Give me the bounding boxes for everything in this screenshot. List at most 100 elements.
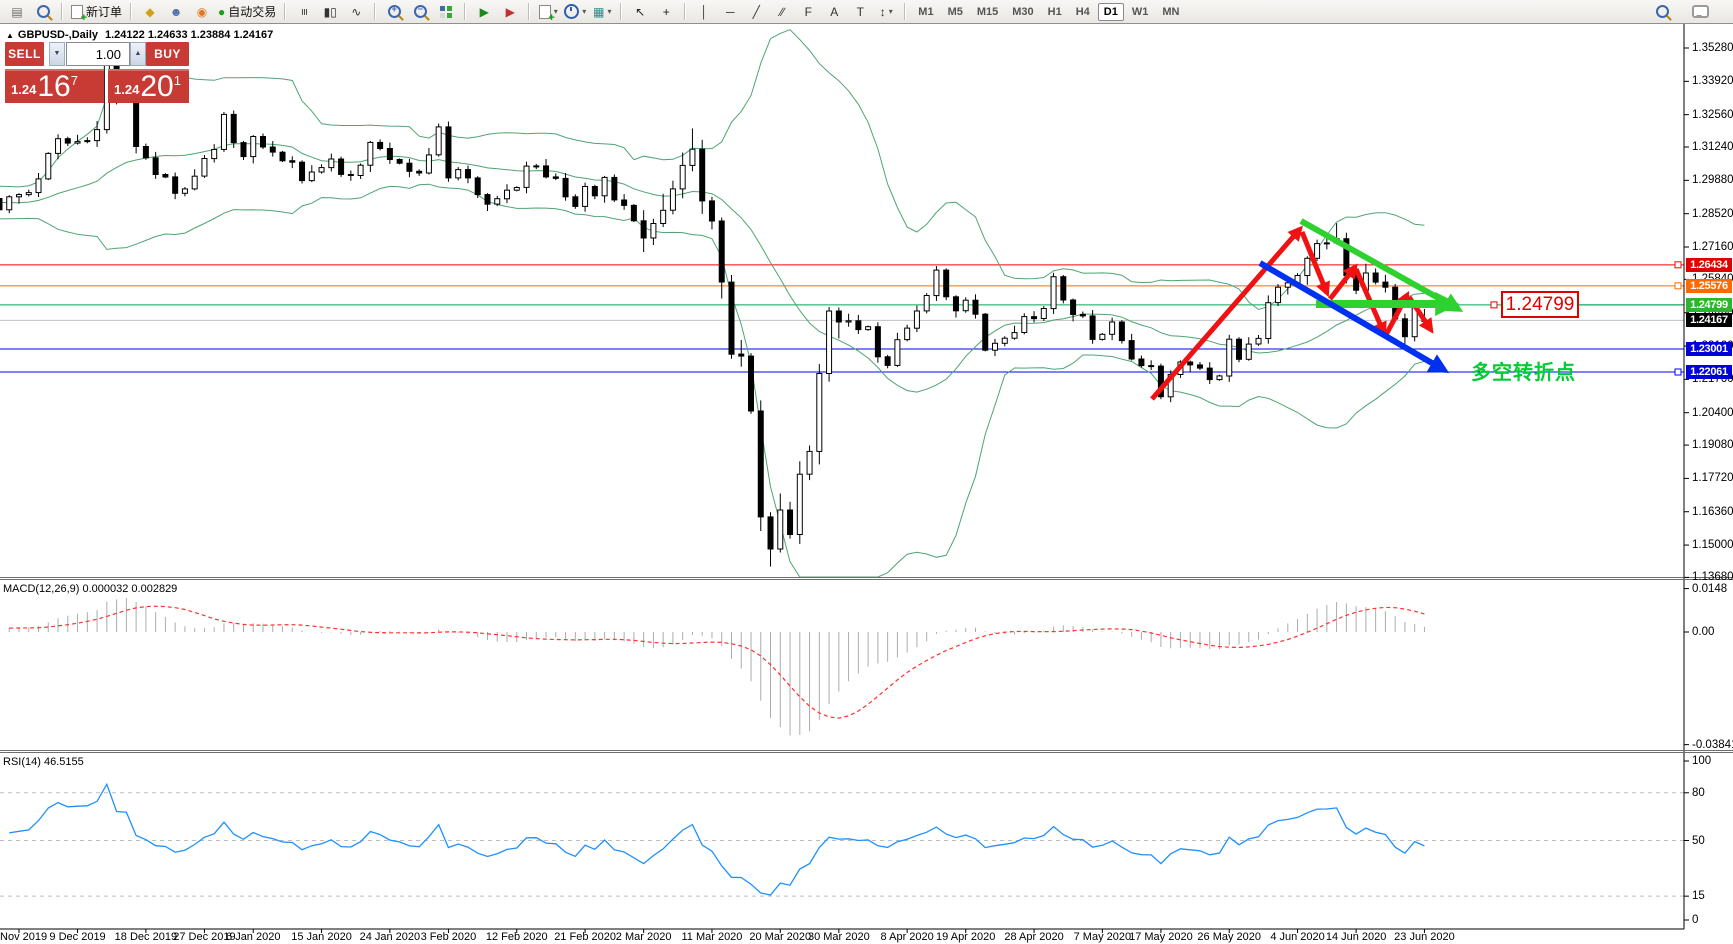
rsi-indicator xyxy=(0,782,1684,897)
volume-decrease-button[interactable]: ▼ xyxy=(49,42,65,66)
text-icon: A xyxy=(830,4,839,19)
rsi-axis-tick: 0 xyxy=(1692,914,1699,926)
date-axis-label: 26 May 2020 xyxy=(1197,931,1262,943)
candlesticks xyxy=(0,50,1428,567)
new-order-button[interactable]: 新订单 xyxy=(68,2,125,24)
templates-button: ▦ xyxy=(593,4,605,19)
date-axis-label: 21 Feb 2020 xyxy=(554,931,616,943)
equidistant-channel-icon[interactable]: ∕∕ xyxy=(769,2,795,22)
candlestick-chart-icon[interactable]: ▮▯ xyxy=(317,2,343,22)
date-axis-label: 14 Jun 2020 xyxy=(1325,931,1387,943)
timeframe-w1-button[interactable]: W1 xyxy=(1126,3,1155,21)
rsi-axis-tick: 100 xyxy=(1692,755,1712,767)
date-axis-label: 7 May 2020 xyxy=(1073,931,1132,943)
timeframe-h4-button[interactable]: H4 xyxy=(1070,3,1096,21)
date-axis-label: 3 Feb 2020 xyxy=(420,931,477,943)
price-axis-tick: 1.13680 xyxy=(1692,571,1733,584)
search-icon[interactable] xyxy=(1649,2,1675,22)
chart-symbol: GBPUSD-,Daily xyxy=(17,29,98,41)
arrows-icon[interactable]: ↕ ▾ xyxy=(873,2,899,22)
timeframe-m30-button[interactable]: M30 xyxy=(1006,3,1039,21)
cursor-icon[interactable]: ↖ xyxy=(627,2,653,22)
one-click-trading-panel: SELL ▼ ▲ BUY 1.24 16 7 1.24 20 1 xyxy=(5,42,189,103)
rsi-axis-tick: 80 xyxy=(1692,786,1705,799)
horizontal-line-icon: ─ xyxy=(726,4,735,19)
date-axis-label: 15 Jan 2020 xyxy=(291,931,352,943)
vertical-line-icon: │ xyxy=(700,4,709,19)
chart-window-icon[interactable]: ▤ xyxy=(4,2,30,22)
toolbar-separator xyxy=(620,3,623,20)
fibonacci-icon[interactable]: F xyxy=(795,2,821,22)
timeframe-d1-button[interactable]: D1 xyxy=(1097,2,1124,21)
buy-button[interactable]: BUY xyxy=(146,42,189,66)
date-axis-label: 12 Feb 2020 xyxy=(485,931,548,943)
navigator-icon: ☻ xyxy=(169,4,183,19)
price-axis-tick: 1.28520 xyxy=(1692,207,1733,220)
chat-icon[interactable] xyxy=(1687,2,1713,22)
price-axis-tick: 1.20400 xyxy=(1692,406,1733,419)
volume-input[interactable] xyxy=(66,42,130,66)
search-icon xyxy=(1655,5,1669,18)
timeframe-h1-button[interactable]: H1 xyxy=(1042,3,1068,21)
toolbar-separator xyxy=(130,3,133,20)
crosshair-icon: + xyxy=(662,4,670,19)
date-axis-label: 19 Apr 2020 xyxy=(936,931,996,943)
price-axis-tick: 1.27160 xyxy=(1692,241,1733,254)
price-axis-tick: 1.15000 xyxy=(1692,539,1733,552)
navigator-icon[interactable]: ☻ xyxy=(163,2,189,22)
chart-shift-icon: ▶ xyxy=(505,4,515,19)
indicators-button xyxy=(538,4,555,24)
zoom-in-icon[interactable]: + xyxy=(381,2,407,22)
chart-ohlc-values: 1.24122 1.24633 1.23884 1.24167 xyxy=(105,29,274,41)
line-chart-icon[interactable]: ∿ xyxy=(343,2,369,22)
line-chart-icon: ∿ xyxy=(351,4,362,19)
tile-windows-icon[interactable] xyxy=(433,2,459,22)
periods-button[interactable]: ▾ xyxy=(561,2,589,22)
price-level-badge: 1.24799 xyxy=(1686,297,1732,312)
timeframe-mn-button[interactable]: MN xyxy=(1156,3,1185,21)
buy-price-display[interactable]: 1.24 20 1 xyxy=(108,69,189,103)
price-callout-label[interactable]: 1.24799 xyxy=(1501,291,1579,318)
timeframe-m15-button[interactable]: M15 xyxy=(971,3,1004,21)
price-chart-canvas[interactable] xyxy=(0,0,1733,944)
vertical-line-icon[interactable]: │ xyxy=(691,2,717,22)
dropdown-caret-icon: ▾ xyxy=(607,7,612,16)
text-icon[interactable]: A xyxy=(821,2,847,22)
market-watch-icon[interactable]: ◆ xyxy=(137,2,163,22)
crosshair-icon[interactable]: + xyxy=(653,2,679,22)
trendline-icon: ╱ xyxy=(752,4,760,19)
templates-button[interactable]: ▦ ▾ xyxy=(589,2,615,22)
timeframe-m5-button[interactable]: M5 xyxy=(942,3,969,21)
red-trend-arrow xyxy=(1150,225,1303,401)
price-axis-tick: 1.31240 xyxy=(1692,141,1733,154)
bollinger-bands xyxy=(0,29,1425,577)
volume-increase-button[interactable]: ▲ xyxy=(130,42,146,66)
print-preview-icon xyxy=(36,5,50,18)
horizontal-line-icon[interactable]: ─ xyxy=(717,2,743,22)
signal-icon[interactable]: ◉ xyxy=(189,2,215,22)
sell-price-display[interactable]: 1.24 16 7 xyxy=(5,69,104,103)
sell-button[interactable]: SELL xyxy=(5,42,44,66)
chart-window-icon: ▤ xyxy=(11,4,23,19)
periods-button xyxy=(564,4,580,19)
toolbar-separator xyxy=(684,3,687,20)
auto-trading-button[interactable]: ● 自动交易 xyxy=(215,2,279,22)
zoom-out-icon[interactable]: − xyxy=(407,2,433,22)
turning-point-note[interactable]: 多空转折点 xyxy=(1471,356,1576,385)
indicators-button[interactable]: ▾ xyxy=(535,2,561,24)
print-preview-icon[interactable] xyxy=(30,2,56,22)
timeframe-m1-button[interactable]: M1 xyxy=(912,3,939,21)
signal-icon: ◉ xyxy=(196,4,208,19)
collapse-one-click-icon[interactable]: ▲ xyxy=(6,31,14,40)
toolbar-right-group xyxy=(1649,2,1713,22)
auto-scroll-icon[interactable]: ▶ xyxy=(471,2,497,22)
trendline-icon[interactable]: ╱ xyxy=(743,2,769,22)
date-axis-label: 4 Jun 2020 xyxy=(1270,931,1325,943)
chart-shift-icon[interactable]: ▶ xyxy=(497,2,523,22)
price-axis-tick: 1.33920 xyxy=(1692,75,1733,88)
fibonacci-icon: F xyxy=(804,4,812,19)
text-label-icon[interactable]: T xyxy=(847,2,873,22)
macd-label: MACD(12,26,9) 0.000032 0.002829 xyxy=(3,583,178,595)
bar-chart-icon[interactable]: ≡ xyxy=(291,2,317,22)
date-axis-label: 18 Dec 2019 xyxy=(114,931,178,943)
